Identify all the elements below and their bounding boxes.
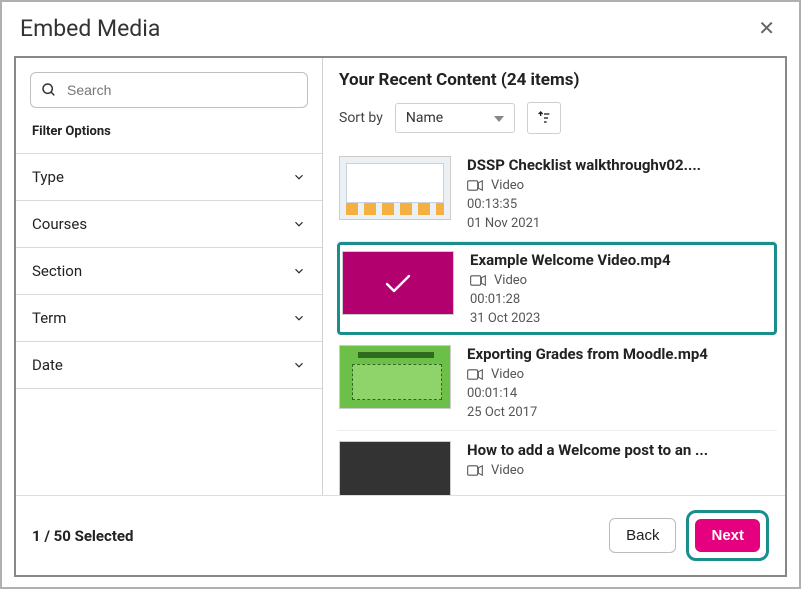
sort-direction-icon — [535, 110, 553, 126]
facet-label: Courses — [32, 215, 87, 233]
item-type-row: Video — [470, 273, 671, 288]
next-button[interactable]: Next — [695, 519, 760, 552]
facet-type[interactable]: Type — [16, 153, 322, 200]
facet-label: Section — [32, 262, 82, 280]
item-type-row: Video — [467, 463, 708, 478]
video-icon — [467, 369, 483, 380]
facet-label: Type — [32, 168, 64, 186]
item-meta: Exporting Grades from Moodle.mp4 Video 0… — [467, 345, 708, 420]
content-item-selected[interactable]: Example Welcome Video.mp4 Video 00:01:28… — [337, 242, 777, 335]
selected-max: 50 — [54, 527, 71, 545]
facet-date[interactable]: Date — [16, 341, 322, 389]
search-row — [16, 58, 322, 118]
search-box[interactable] — [30, 72, 308, 108]
item-duration: 00:01:14 — [467, 386, 708, 401]
filter-sidebar: Filter Options Type Courses Section Term — [16, 58, 323, 495]
item-title: DSSP Checklist walkthroughv02.... — [467, 156, 701, 174]
dialog-body: Filter Options Type Courses Section Term — [14, 56, 787, 577]
dialog-footer: 1 / 50 Selected Back Next — [16, 495, 785, 575]
video-icon — [467, 465, 483, 476]
content-item[interactable]: How to add a Welcome post to an ... Vide… — [337, 431, 777, 495]
video-icon — [467, 180, 483, 191]
item-date: 25 Oct 2017 — [467, 405, 708, 420]
content-pane: Your Recent Content (24 items) Sort by N… — [323, 58, 785, 495]
item-title: Example Welcome Video.mp4 — [470, 251, 671, 269]
chevron-down-icon — [292, 311, 306, 325]
facet-label: Date — [32, 356, 63, 374]
item-type: Video — [494, 273, 527, 288]
next-highlight: Next — [686, 510, 769, 561]
facet-label: Term — [32, 309, 66, 327]
close-icon[interactable]: ✕ — [752, 12, 781, 44]
item-duration: 00:13:35 — [467, 197, 701, 212]
facet-term[interactable]: Term — [16, 294, 322, 341]
content-item[interactable]: Exporting Grades from Moodle.mp4 Video 0… — [337, 335, 777, 431]
thumbnail — [339, 441, 451, 495]
footer-buttons: Back Next — [609, 510, 769, 561]
sort-value: Name — [406, 110, 443, 126]
item-meta: Example Welcome Video.mp4 Video 00:01:28… — [470, 251, 671, 326]
item-type: Video — [491, 463, 524, 478]
recent-content-heading: Your Recent Content (24 items) — [337, 68, 781, 102]
search-input[interactable] — [65, 81, 297, 99]
selected-suffix: Selected — [75, 527, 134, 545]
dialog-title: Embed Media — [20, 15, 160, 42]
selection-count: 1 / 50 Selected — [32, 527, 133, 545]
item-duration: 00:01:28 — [470, 292, 671, 307]
item-title: Exporting Grades from Moodle.mp4 — [467, 345, 708, 363]
sort-row: Sort by Name — [337, 102, 781, 146]
item-type-row: Video — [467, 367, 708, 382]
dialog-header: Embed Media ✕ — [2, 2, 799, 56]
item-type: Video — [491, 178, 524, 193]
selected-number: 1 — [32, 527, 41, 545]
content-list[interactable]: DSSP Checklist walkthroughv02.... Video … — [337, 146, 781, 495]
thumbnail — [339, 345, 451, 409]
embed-media-dialog: Embed Media ✕ Filter Options Type Co — [0, 0, 801, 589]
chevron-down-icon — [292, 217, 306, 231]
chevron-down-icon — [292, 264, 306, 278]
sort-direction-button[interactable] — [527, 102, 561, 134]
facet-courses[interactable]: Courses — [16, 200, 322, 247]
item-type: Video — [491, 367, 524, 382]
thumbnail-selected — [342, 251, 454, 315]
content-item[interactable]: DSSP Checklist walkthroughv02.... Video … — [337, 146, 777, 242]
chevron-down-icon — [292, 170, 306, 184]
back-button[interactable]: Back — [609, 518, 676, 553]
item-meta: How to add a Welcome post to an ... Vide… — [467, 441, 708, 495]
body-columns: Filter Options Type Courses Section Term — [16, 58, 785, 495]
item-date: 01 Nov 2021 — [467, 216, 701, 231]
filter-options-label: Filter Options — [16, 118, 322, 153]
check-icon — [381, 271, 415, 295]
heading-count: 24 — [507, 70, 527, 90]
video-icon — [470, 275, 486, 286]
search-icon — [41, 82, 57, 98]
thumbnail — [339, 156, 451, 220]
item-type-row: Video — [467, 178, 701, 193]
item-meta: DSSP Checklist walkthroughv02.... Video … — [467, 156, 701, 231]
item-date: 31 Oct 2023 — [470, 311, 671, 326]
item-title: How to add a Welcome post to an ... — [467, 441, 708, 459]
heading-text: Your Recent Content — [339, 70, 497, 90]
sort-label: Sort by — [339, 110, 383, 126]
facet-section[interactable]: Section — [16, 247, 322, 294]
chevron-down-icon — [292, 358, 306, 372]
sort-select[interactable]: Name — [395, 103, 515, 133]
